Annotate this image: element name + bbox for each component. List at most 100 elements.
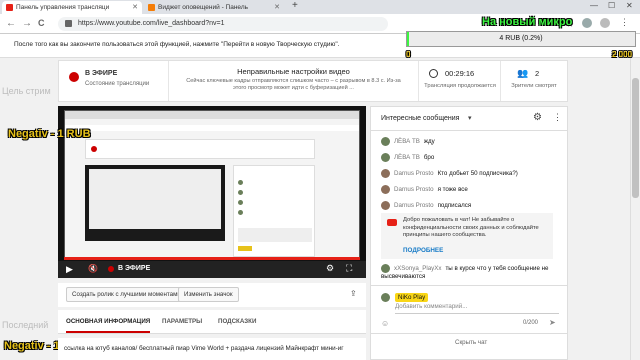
chat-message: xXSonya_PlayXx ты в курсе что у тебя сооб… bbox=[381, 264, 561, 281]
duration-panel: 00:29:16 Трансляция продолжается bbox=[419, 61, 501, 101]
share-icon[interactable]: ⇪ bbox=[350, 289, 357, 298]
warning-title: Неправильные настройки видео bbox=[237, 67, 350, 76]
youtube-icon bbox=[6, 4, 13, 11]
page-scrollbar[interactable] bbox=[630, 58, 640, 360]
goal-label: На новый микро bbox=[482, 16, 573, 28]
chat-author[interactable]: Darnus Prosto bbox=[394, 202, 434, 209]
forward-button[interactable]: → bbox=[22, 18, 32, 29]
chat-mode-dropdown[interactable]: Интересные сообщения bbox=[381, 115, 459, 122]
live-status: В ЭФИРЕ Состояние трансляции bbox=[59, 61, 169, 101]
maximize-button[interactable]: ☐ bbox=[608, 1, 615, 10]
preview-progress-bar[interactable] bbox=[64, 257, 360, 260]
chat-text: Кто добьет 50 подписчика?) bbox=[437, 170, 518, 178]
close-tab-icon[interactable]: ✕ bbox=[274, 3, 280, 11]
chat-input[interactable]: Добавить комментарий... bbox=[395, 303, 467, 310]
ghost-overlay-text-2: Последний bbox=[2, 320, 49, 330]
emoji-icon[interactable]: ☺ bbox=[381, 319, 389, 328]
viewers-label: Зрители смотрят bbox=[511, 83, 557, 89]
menu-icon[interactable]: ⋮ bbox=[620, 17, 629, 28]
new-tab-button[interactable]: + bbox=[292, 0, 298, 11]
live-dot-icon bbox=[69, 72, 79, 82]
stream-title: ссылка на ютуб каналов/ бесплатный пиар … bbox=[64, 345, 344, 352]
minimize-button[interactable]: — bbox=[590, 1, 598, 10]
stream-status-bar: В ЭФИРЕ Состояние трансляции Неправильны… bbox=[58, 60, 568, 102]
player-action-row: Создать ролик с лучшими моментами Измени… bbox=[58, 283, 366, 307]
goal-progress-bar: 4 RUB (0.2%) bbox=[406, 31, 636, 47]
active-tab-indicator bbox=[66, 331, 150, 333]
avatar bbox=[381, 185, 390, 194]
chat-text: подписался bbox=[437, 202, 472, 210]
tab-label: Панель управления трансляци bbox=[16, 4, 110, 11]
warning-text: Сейчас ключевые кадры отправляются слишк… bbox=[186, 78, 401, 91]
browser-tab-bar: Панель управления трансляци ✕ Виджет опо… bbox=[0, 0, 640, 14]
tab-dashboard[interactable]: Панель управления трансляци ✕ bbox=[2, 1, 142, 14]
settings-icon[interactable]: ⚙ bbox=[533, 112, 542, 123]
volume-muted-icon[interactable]: 🔇 bbox=[88, 264, 98, 273]
tab-basic-info[interactable]: ОСНОВНАЯ ИНФОРМАЦИЯ bbox=[66, 318, 150, 325]
chat-message: Darnus Prosto Кто добьет 50 подписчика?) bbox=[381, 169, 518, 178]
play-icon[interactable]: ▶ bbox=[66, 264, 73, 275]
goal-min: 0 bbox=[406, 50, 411, 59]
avatar bbox=[381, 169, 390, 178]
chat-text: жду bbox=[423, 138, 435, 146]
player-controls: ▶ 🔇 В ЭФИРЕ ⚙ ⛶ bbox=[58, 261, 366, 278]
create-highlights-button[interactable]: Создать ролик с лучшими моментами bbox=[66, 287, 187, 302]
viewers-value: 2 bbox=[535, 69, 540, 78]
scrollbar-thumb[interactable] bbox=[632, 78, 639, 198]
preview-progress-fill bbox=[64, 257, 360, 260]
chat-author[interactable]: ЛЁВА ТВ bbox=[394, 154, 420, 161]
tab-hints[interactable]: ПОДСКАЗКИ bbox=[218, 318, 256, 325]
notice-text: После того как вы закончите пользоваться… bbox=[14, 41, 340, 48]
tab-widget[interactable]: Виджет оповещений - Панель ✕ bbox=[144, 1, 284, 14]
chat-text: я тоже все bbox=[437, 186, 468, 194]
chat-message: Darnus Prosto подписался bbox=[381, 201, 471, 210]
avatar bbox=[381, 137, 390, 146]
url-text: https://www.youtube.com/live_dashboard?n… bbox=[78, 20, 225, 27]
more-icon[interactable]: ⋮ bbox=[553, 112, 562, 123]
close-tab-icon[interactable]: ✕ bbox=[132, 3, 138, 11]
duration-value: 00:29:16 bbox=[445, 69, 475, 78]
hide-chat-button[interactable]: Скрыть чат bbox=[455, 339, 487, 346]
chat-author[interactable]: ЛЁВА ТВ bbox=[394, 138, 420, 145]
chat-author[interactable]: xXSonya_PlayXx bbox=[394, 265, 441, 272]
system-message-text: Добро пожаловать в чат! Не забывайте о к… bbox=[403, 217, 539, 238]
stream-preview[interactable]: ▶ 🔇 В ЭФИРЕ ⚙ ⛶ bbox=[58, 106, 366, 278]
stream-title-field[interactable]: ссылка на ютуб каналов/ бесплатный пиар … bbox=[58, 338, 366, 360]
tab-parameters[interactable]: ПАРАМЕТРЫ bbox=[162, 318, 202, 325]
youtube-icon bbox=[387, 219, 397, 226]
donationalerts-icon bbox=[148, 4, 155, 11]
chat-header: Интересные сообщения ▾ ⚙ ⋮ bbox=[371, 107, 567, 131]
chat-author[interactable]: Darnus Prosto bbox=[394, 170, 434, 177]
chevron-down-icon[interactable]: ▾ bbox=[468, 114, 472, 122]
ghost-overlay-text: Цель стрим bbox=[2, 86, 51, 96]
char-counter: 0/200 bbox=[523, 320, 539, 326]
close-window-button[interactable]: ✕ bbox=[626, 1, 633, 10]
info-tabs: ОСНОВНАЯ ИНФОРМАЦИЯ ПАРАМЕТРЫ ПОДСКАЗКИ bbox=[58, 310, 366, 334]
duration-label: Трансляция продолжается bbox=[424, 83, 496, 89]
lock-icon bbox=[65, 20, 72, 27]
avatar bbox=[381, 201, 390, 210]
send-icon[interactable]: ➤ bbox=[549, 318, 556, 327]
extension-icon[interactable] bbox=[582, 18, 592, 28]
player-live-label: В ЭФИРЕ bbox=[118, 265, 151, 272]
settings-icon[interactable]: ⚙ bbox=[326, 263, 334, 274]
change-thumbnail-button[interactable]: Изменить значок bbox=[178, 287, 239, 302]
system-message: Добро пожаловать в чат! Не забывайте о к… bbox=[381, 213, 553, 259]
warning-panel[interactable]: Неправильные настройки видео Сейчас ключ… bbox=[169, 61, 419, 101]
current-user-name: NiKo Play bbox=[395, 293, 429, 302]
fullscreen-icon[interactable]: ⛶ bbox=[346, 263, 352, 274]
chat-text: бро bbox=[423, 154, 435, 162]
chat-author[interactable]: Darnus Prosto bbox=[394, 186, 434, 193]
people-icon: 👥 bbox=[517, 68, 529, 78]
chat-message: Darnus Prosto я тоже все bbox=[381, 185, 468, 194]
chat-message: ЛЁВА ТВ жду bbox=[381, 137, 435, 146]
profile-icon[interactable] bbox=[600, 18, 610, 28]
goal-amount: 4 RUB (0.2%) bbox=[499, 35, 543, 42]
back-button[interactable]: ← bbox=[6, 18, 16, 29]
live-chat-panel: Интересные сообщения ▾ ⚙ ⋮ ЛЁВА ТВ жду ЛЁ… bbox=[370, 106, 568, 360]
avatar bbox=[381, 153, 390, 162]
reload-button[interactable]: C bbox=[38, 18, 45, 28]
screen: { "browser": { "tabs": [ {"label": "Пане… bbox=[0, 0, 640, 360]
url-field[interactable]: https://www.youtube.com/live_dashboard?n… bbox=[58, 17, 388, 31]
learn-more-link[interactable]: ПОДРОБНЕЕ bbox=[403, 247, 443, 254]
